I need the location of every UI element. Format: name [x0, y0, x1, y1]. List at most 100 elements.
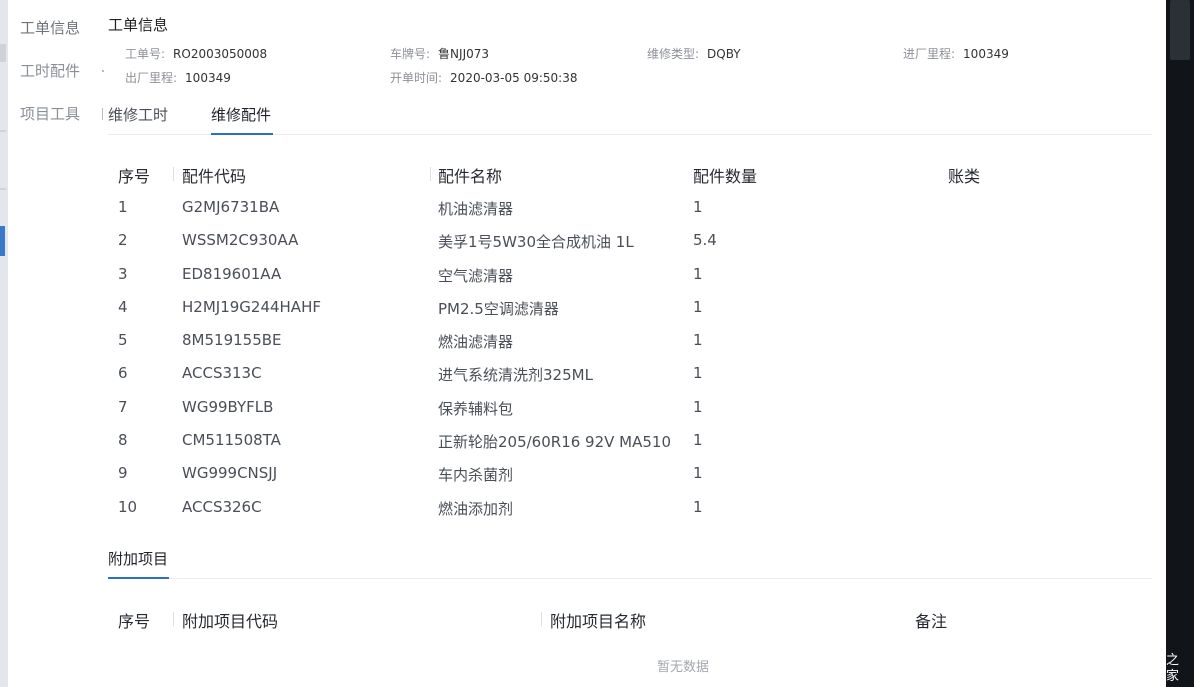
cell-part-name: 正新轮胎205/60R16 92V MA510: [438, 433, 671, 452]
table-header: 序号 附加项目代码 附加项目名称 备注: [108, 603, 1152, 635]
table-row: 6 ACCS313C 进气系统清洗剂325ML 1: [108, 356, 1152, 389]
anchor-item-label: 工时配件: [20, 62, 81, 80]
parts-table: 序号 配件代码 配件名称 配件数量 账类 1 G2MJ6731BA 机油滤清器 …: [108, 158, 1152, 523]
table-row: 2 WSSM2C930AA 美孚1号5W30全合成机油 1L 5.4: [108, 223, 1152, 256]
cell-part-code: 8M519155BE: [182, 331, 282, 350]
cell-part-name: 空气滤清器: [438, 266, 514, 285]
cell-part-qty: 1: [693, 464, 703, 483]
section-title-work-order-info: 工单信息: [108, 16, 169, 34]
info-entry-mileage: 进厂里程: 100349: [903, 46, 1009, 62]
extra-items-header: 附加项目: [108, 540, 1152, 579]
column-header-part-qty: 配件数量: [693, 167, 758, 186]
cell-part-qty: 5.4: [693, 231, 717, 250]
table-row: 8 CM511508TA 正新轮胎205/60R16 92V MA510 1: [108, 423, 1152, 456]
column-header-index: 序号: [118, 612, 151, 631]
cell-part-qty: 1: [693, 364, 703, 383]
cell-index: 10: [118, 497, 138, 516]
table-row: 3 ED819601AA 空气滤清器 1: [108, 257, 1152, 290]
cell-index: 1: [118, 198, 128, 216]
anchor-item-label: 工单信息: [20, 19, 81, 37]
cell-index: 9: [118, 464, 128, 483]
cell-part-name: 燃油滤清器: [438, 333, 514, 352]
column-divider: [173, 612, 174, 626]
column-divider: [541, 612, 542, 626]
info-value: 鲁NJJ073: [438, 47, 490, 61]
extra-items-table: 序号 附加项目代码 附加项目名称 备注: [108, 603, 1152, 635]
cell-part-name: 美孚1号5W30全合成机油 1L: [438, 233, 634, 252]
work-order-detail-modal: 工单信息 工时配件 项目工具 工单信息 工单号: RO2003050008 车牌号…: [8, 0, 1166, 687]
info-value: 100349: [963, 47, 1009, 61]
info-label: 维修类型:: [647, 47, 700, 61]
info-open-time: 开单时间: 2020-03-05 09:50:38: [390, 70, 578, 86]
table-row: 4 H2MJ19G244HAHF PM2.5空调滤清器 1: [108, 290, 1152, 323]
anchor-nav: 工单信息 工时配件 项目工具: [20, 16, 110, 145]
section-title-extra-items: 附加项目: [108, 550, 169, 568]
cell-index: 5: [118, 331, 128, 350]
cell-part-name: 保养辅料包: [438, 399, 514, 418]
info-plate-no: 车牌号: 鲁NJJ073: [390, 46, 489, 62]
table-row: 9 WG999CNSJJ 车内杀菌剂 1: [108, 456, 1152, 489]
table-row: 10 ACCS326C 燃油添加剂 1: [108, 490, 1152, 523]
anchor-item-work-order-info[interactable]: 工单信息: [20, 16, 110, 59]
info-value: 2020-03-05 09:50:38: [450, 71, 578, 85]
column-header-extra-name: 附加项目名称: [550, 612, 647, 631]
cell-part-name: 车内杀菌剂: [438, 466, 514, 485]
info-value: RO2003050008: [173, 47, 268, 61]
info-repair-type: 维修类型: DQBY: [647, 46, 741, 62]
cell-part-code: H2MJ19G244HAHF: [182, 297, 321, 316]
background-divider: [0, 130, 6, 132]
cell-part-code: WG99BYFLB: [182, 397, 274, 416]
info-work-order-no: 工单号: RO2003050008: [125, 46, 267, 62]
cell-part-name: 进气系统清洗剂325ML: [438, 366, 593, 385]
cell-index: 4: [118, 297, 128, 316]
info-label: 出厂里程:: [125, 71, 178, 85]
column-header-extra-code: 附加项目代码: [182, 612, 279, 631]
anchor-item-project-tools[interactable]: 项目工具: [20, 102, 110, 145]
cell-part-qty: 1: [693, 264, 703, 283]
cell-part-code: G2MJ6731BA: [182, 198, 280, 216]
cell-part-qty: 1: [693, 497, 703, 516]
cell-part-qty: 1: [693, 331, 703, 350]
anchor-dot-icon: [102, 70, 104, 72]
info-value: DQBY: [707, 47, 741, 61]
column-header-account: 账类: [948, 167, 981, 186]
cell-index: 3: [118, 264, 128, 283]
background-app-sidebar: [0, 0, 8, 687]
column-divider: [173, 167, 174, 181]
cell-part-name: PM2.5空调滤清器: [438, 299, 559, 318]
active-tab-indicator: [211, 133, 273, 135]
column-header-index: 序号: [118, 167, 151, 186]
right-scroll-area: 之家: [1166, 0, 1194, 687]
column-header-part-code: 配件代码: [182, 167, 247, 186]
cell-part-qty: 1: [693, 431, 703, 450]
tab-repair-labor[interactable]: 维修工时: [108, 104, 168, 125]
screen: 工单信息 工时配件 项目工具 工单信息 工单号: RO2003050008 车牌号…: [0, 0, 1194, 687]
cell-part-qty: 1: [693, 297, 703, 316]
table-row: 7 WG99BYFLB 保养辅料包 1: [108, 390, 1152, 423]
anchor-item-labor-parts[interactable]: 工时配件: [20, 59, 110, 102]
cell-part-code: WG999CNSJJ: [182, 464, 278, 483]
info-label: 车牌号:: [390, 47, 431, 61]
scrollbar-thumb[interactable]: [1170, 0, 1190, 60]
background-active-indicator: [0, 226, 5, 256]
column-header-part-name: 配件名称: [438, 167, 503, 186]
labor-parts-tabs: 维修工时 维修配件: [108, 100, 1152, 135]
anchor-tick-icon: [102, 108, 103, 120]
table-row: 5 8M519155BE 燃油滤清器 1: [108, 323, 1152, 356]
cell-part-name: 燃油添加剂: [438, 499, 514, 518]
cell-part-code: WSSM2C930AA: [182, 231, 299, 250]
table-row: 1 G2MJ6731BA 机油滤清器 1: [108, 190, 1152, 223]
anchor-item-label: 项目工具: [20, 105, 81, 123]
cell-part-code: ED819601AA: [182, 264, 282, 283]
column-header-remark: 备注: [915, 612, 948, 631]
cell-index: 6: [118, 364, 128, 383]
cell-index: 8: [118, 431, 128, 450]
column-divider: [430, 167, 431, 181]
cell-part-qty: 1: [693, 397, 703, 416]
info-value: 100349: [185, 71, 231, 85]
cell-part-code: ACCS326C: [182, 497, 262, 516]
tab-repair-parts[interactable]: 维修配件: [211, 104, 271, 125]
info-label: 工单号:: [125, 47, 166, 61]
background-nav-mark: [0, 44, 6, 62]
cell-part-name: 机油滤清器: [438, 200, 514, 218]
